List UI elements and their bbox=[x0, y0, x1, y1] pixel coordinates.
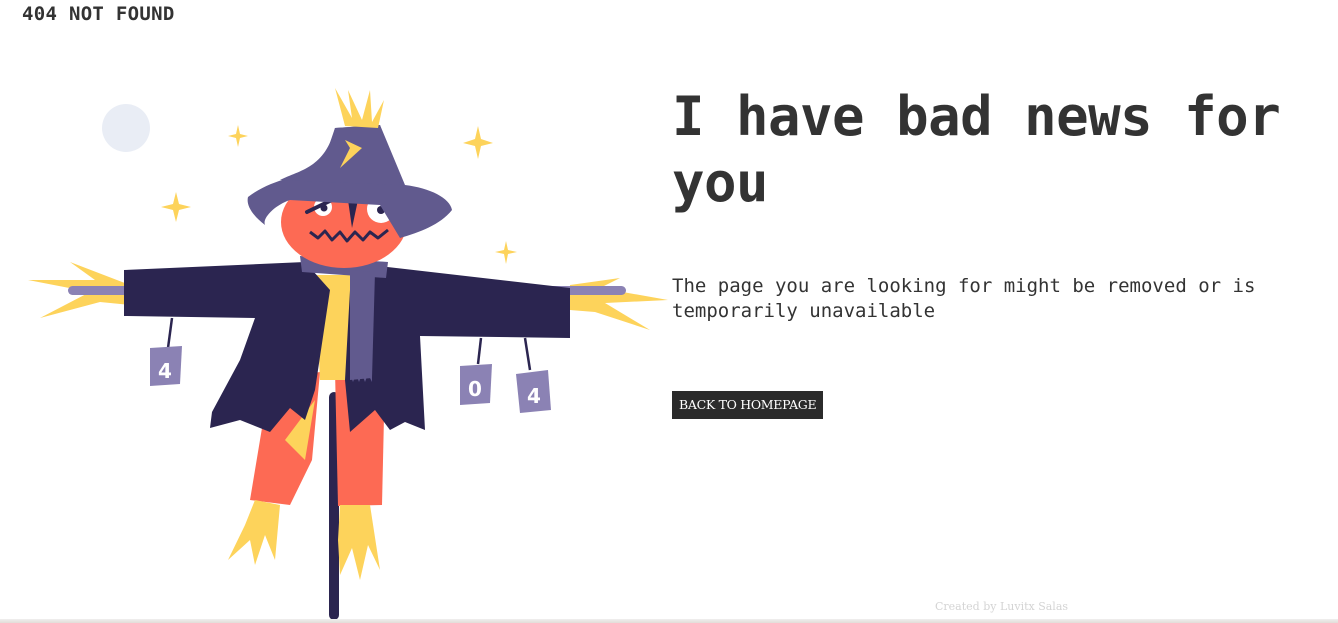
can-digit: 4 bbox=[527, 384, 541, 408]
page-subtitle: The page you are looking for might be re… bbox=[672, 275, 1256, 322]
can-right: 4 bbox=[516, 337, 551, 413]
can-left: 4 bbox=[150, 317, 182, 386]
star-icon bbox=[161, 192, 191, 222]
message-block: I have bad news for you The page you are… bbox=[672, 84, 1292, 324]
credit-text: Created by Luvitx Salas bbox=[935, 600, 1069, 613]
can-digit: 4 bbox=[158, 359, 172, 383]
can-middle: 0 bbox=[460, 337, 492, 405]
scarecrow-illustration: 4 0 4 bbox=[28, 88, 668, 620]
back-to-homepage-button[interactable]: BACK TO HOMEPAGE bbox=[672, 391, 824, 419]
star-icon bbox=[228, 125, 248, 147]
straw-feet bbox=[228, 500, 380, 580]
star-icon bbox=[495, 241, 517, 264]
bottom-divider bbox=[0, 619, 1338, 623]
page-title: I have bad news for you bbox=[672, 85, 1281, 214]
straw-right bbox=[570, 278, 668, 330]
can-digit: 0 bbox=[468, 377, 482, 401]
moon-icon bbox=[102, 104, 150, 152]
star-icon bbox=[463, 126, 493, 159]
